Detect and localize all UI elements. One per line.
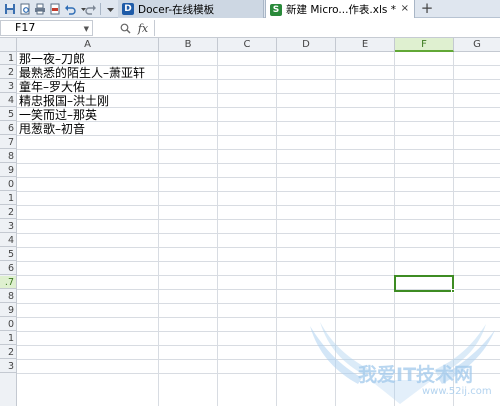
grid-line: [17, 373, 500, 374]
fill-handle[interactable]: [451, 289, 455, 293]
tab-docer-label: Docer-在线模板: [138, 3, 215, 16]
toolbar-divider: [100, 3, 101, 15]
column-header-e[interactable]: E: [336, 38, 395, 52]
column-header-b[interactable]: B: [159, 38, 218, 52]
new-tab-button[interactable]: +: [419, 0, 435, 18]
cell-a1[interactable]: 那一夜–刀郎: [19, 53, 85, 66]
row-header[interactable]: 2: [0, 346, 16, 359]
column-header-c[interactable]: C: [218, 38, 277, 52]
row-header-selected[interactable]: .7: [0, 276, 16, 289]
grid-line: [217, 52, 218, 406]
row-header[interactable]: 3: [0, 220, 16, 233]
grid-line: [17, 359, 500, 360]
title-tab-bar: D Docer-在线模板 S 新建 Micro...作表.xls * × +: [0, 0, 500, 19]
excel-icon: S: [270, 3, 282, 16]
cell-a5[interactable]: 一笑而过–那英: [19, 109, 97, 122]
column-header-f[interactable]: F: [395, 38, 454, 52]
grid-line: [17, 345, 500, 346]
tab-workbook[interactable]: S 新建 Micro...作表.xls * ×: [265, 0, 415, 19]
close-tab-icon[interactable]: ×: [401, 3, 409, 14]
row-header[interactable]: 9: [0, 164, 16, 177]
column-header-a[interactable]: A: [17, 38, 159, 52]
grid-line: [17, 303, 500, 304]
row-header[interactable]: 6: [0, 122, 16, 135]
grid-line: [158, 52, 159, 406]
row-header[interactable]: 4: [0, 94, 16, 107]
redo-icon[interactable]: [84, 2, 97, 15]
grid-line: [17, 135, 500, 136]
row-header[interactable]: 3: [0, 80, 16, 93]
row-header[interactable]: 8: [0, 290, 16, 303]
grid-line: [17, 149, 500, 150]
cell-a4[interactable]: 精忠报国–洪土刚: [19, 95, 109, 108]
formula-input[interactable]: [156, 20, 500, 36]
name-box[interactable]: F17 ▼: [0, 20, 93, 36]
tab-workbook-label: 新建 Micro...作表.xls *: [286, 4, 396, 16]
row-header[interactable]: 1: [0, 52, 16, 65]
undo-icon[interactable]: [63, 2, 76, 15]
print-icon[interactable]: [33, 2, 46, 15]
grid-line: [17, 247, 500, 248]
row-header[interactable]: 2: [0, 66, 16, 79]
row-header[interactable]: 5: [0, 248, 16, 261]
grid-line: [335, 52, 336, 406]
row-header[interactable]: 1: [0, 332, 16, 345]
row-header[interactable]: 2: [0, 206, 16, 219]
zoom-function-icon[interactable]: [118, 21, 132, 35]
print-preview-icon[interactable]: [18, 2, 31, 15]
row-header[interactable]: 1: [0, 192, 16, 205]
select-all-corner[interactable]: [0, 38, 17, 52]
active-cell-f17[interactable]: [394, 275, 454, 292]
tab-docer[interactable]: D Docer-在线模板: [118, 0, 264, 18]
grid-line: [17, 261, 500, 262]
grid-line: [17, 219, 500, 220]
grid-line: [17, 233, 500, 234]
cell-grid[interactable]: 那一夜–刀郎 最熟悉的陌生人–萧亚轩 童年–罗大佑 精忠报国–洪土刚 一笑而过–…: [17, 52, 500, 406]
row-header-column: 1 2 3 4 5 6 7 8 9 0 1 2 3 4 5 6 .7 8 9 0…: [0, 52, 17, 406]
cell-a6[interactable]: 甩葱歌–初音: [19, 123, 85, 136]
customize-toolbar-icon[interactable]: [104, 2, 117, 15]
name-box-value: F17: [15, 21, 36, 34]
grid-line: [17, 317, 500, 318]
row-header[interactable]: 0: [0, 178, 16, 191]
chevron-down-icon[interactable]: ▼: [84, 22, 89, 36]
column-header-d[interactable]: D: [277, 38, 336, 52]
formula-bar: F17 ▼ fx: [0, 18, 500, 38]
cell-a3[interactable]: 童年–罗大佑: [19, 81, 85, 94]
insert-function-icon[interactable]: fx: [136, 21, 150, 35]
row-header[interactable]: 9: [0, 304, 16, 317]
save-icon[interactable]: [3, 2, 16, 15]
grid-line: [276, 52, 277, 406]
row-header[interactable]: 3: [0, 360, 16, 373]
grid-line: [17, 177, 500, 178]
row-header[interactable]: 7: [0, 136, 16, 149]
export-pdf-icon[interactable]: [48, 2, 61, 15]
grid-line: [17, 191, 500, 192]
grid-line: [17, 331, 500, 332]
row-header[interactable]: 6: [0, 262, 16, 275]
grid-line: [17, 205, 500, 206]
docer-icon: D: [122, 3, 134, 15]
formula-divider: [154, 20, 155, 36]
row-header[interactable]: 8: [0, 150, 16, 163]
row-header[interactable]: 5: [0, 108, 16, 121]
cell-a2[interactable]: 最熟悉的陌生人–萧亚轩: [19, 67, 145, 80]
column-header-g[interactable]: G: [454, 38, 500, 52]
grid-line: [453, 52, 454, 406]
column-header-row: A B C D E F G: [0, 38, 500, 52]
row-header[interactable]: 0: [0, 318, 16, 331]
grid-line: [17, 163, 500, 164]
grid-line: [394, 52, 395, 406]
row-header[interactable]: 4: [0, 234, 16, 247]
